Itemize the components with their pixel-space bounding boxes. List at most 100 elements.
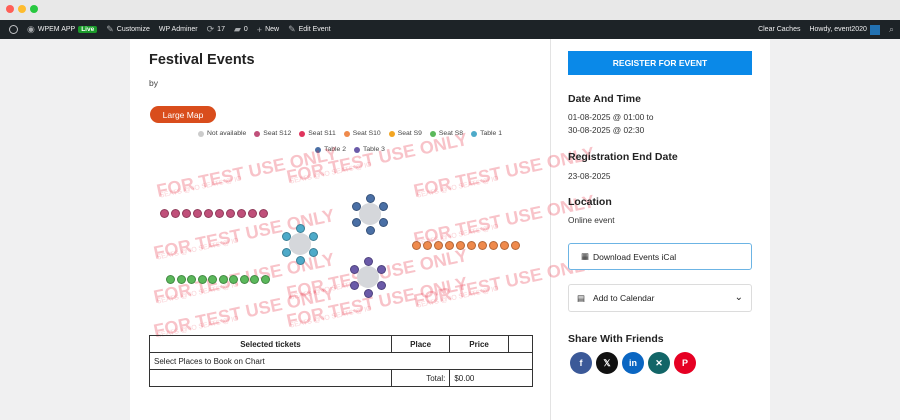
seat-s12[interactable] xyxy=(193,209,202,218)
seat-s12[interactable] xyxy=(204,209,213,218)
seat-s10[interactable] xyxy=(500,241,509,250)
new-label: New xyxy=(265,26,280,33)
legend-swatch xyxy=(299,131,306,137)
legend-label: Not available xyxy=(207,130,247,137)
download-ical-button[interactable]: ▦ Download Events iCal xyxy=(568,243,752,270)
updates-link[interactable]: ⟳ 17 xyxy=(207,24,225,35)
seat-s10[interactable] xyxy=(445,241,454,250)
seat-s8[interactable] xyxy=(176,275,186,284)
table-2-seat[interactable] xyxy=(365,225,375,235)
legend-item: Not available xyxy=(198,127,246,141)
table-2-seat[interactable] xyxy=(351,201,361,211)
table-2-seat[interactable] xyxy=(351,217,361,227)
updates-count: 17 xyxy=(217,26,225,33)
site-name-link[interactable]: ◉ WPEM APP Live xyxy=(27,24,98,35)
total-spacer xyxy=(149,369,392,387)
seat-s12[interactable] xyxy=(160,209,169,218)
seat-s8[interactable] xyxy=(229,275,238,284)
comments-link[interactable]: ▰ 0 xyxy=(234,24,248,35)
table-1-seat[interactable] xyxy=(309,247,319,257)
seat-s8[interactable] xyxy=(218,275,228,284)
table-2-seat[interactable] xyxy=(379,217,389,227)
seat-s8[interactable] xyxy=(208,275,217,284)
calendar-plus-icon: ▤ xyxy=(577,292,586,303)
table-3-seat[interactable] xyxy=(377,280,387,290)
table-1-seat[interactable] xyxy=(281,231,291,241)
wp-admin-bar: ◉ WPEM APP Live ✎ Customize WP Adminer ⟳ 17 … xyxy=(0,20,900,39)
facebook-icon[interactable]: f xyxy=(570,352,592,374)
seat-s10[interactable] xyxy=(423,241,432,250)
close-window-dot[interactable] xyxy=(6,5,14,13)
seat-s12[interactable] xyxy=(237,209,246,218)
search-icon: ⌕ xyxy=(888,24,894,34)
place-header: Place xyxy=(390,335,451,353)
seat-s12[interactable] xyxy=(226,209,235,218)
avatar xyxy=(869,24,880,35)
new-link[interactable]: + New xyxy=(257,25,279,35)
edit-event-link[interactable]: ✎ Edit Event xyxy=(288,24,330,35)
table-1-seat[interactable] xyxy=(309,231,319,241)
seat-s12[interactable] xyxy=(171,209,180,218)
search-link[interactable]: ⌕ xyxy=(889,24,894,35)
wp-adminer-link[interactable]: WP Adminer xyxy=(159,26,198,33)
table-3-seat[interactable] xyxy=(349,264,359,274)
wordpress-logo[interactable] xyxy=(9,25,18,34)
seating-chart[interactable]: FOR TEST USE ONLY SEATS @ IO SEATS @ IO FO… xyxy=(150,129,596,341)
x-icon[interactable]: 𝕏 xyxy=(596,352,618,374)
table-2-seat[interactable] xyxy=(365,193,375,203)
customize-link[interactable]: ✎ Customize xyxy=(106,24,150,35)
account-menu[interactable]: Howdy, event2020 xyxy=(809,24,880,35)
table-1-seat[interactable] xyxy=(295,255,305,265)
legend-label: Seat S10 xyxy=(352,130,381,137)
seat-s10[interactable] xyxy=(456,241,465,250)
select-places-row: Select Places to Book on Chart xyxy=(149,352,533,370)
location-heading: Location xyxy=(568,196,612,208)
seat-s8[interactable] xyxy=(187,275,196,284)
seat-s10[interactable] xyxy=(434,241,443,250)
chevron-down-icon: ⌄ xyxy=(734,292,743,303)
seat-s8[interactable] xyxy=(197,275,207,284)
seat-s12[interactable] xyxy=(248,209,257,218)
seat-s10[interactable] xyxy=(478,241,487,250)
seat-s10[interactable] xyxy=(467,241,476,250)
seat-s8[interactable] xyxy=(250,275,259,284)
total-value: $0.00 xyxy=(449,369,533,387)
table-3-seat[interactable] xyxy=(363,288,373,298)
seat-s12[interactable] xyxy=(215,209,224,218)
seat-s8[interactable] xyxy=(166,275,175,284)
legend-item: Table 1 xyxy=(471,127,502,141)
large-map-button[interactable]: Large Map xyxy=(150,106,216,123)
table-3 xyxy=(357,266,379,288)
linkedin-icon[interactable]: in xyxy=(622,352,644,374)
date-line-1: 01-08-2025 @ 01:00 to xyxy=(568,112,654,122)
legend-swatch xyxy=(343,131,350,137)
clear-caches-link[interactable]: Clear Caches xyxy=(758,26,800,33)
legend-swatch xyxy=(198,131,204,137)
table-3-seat[interactable] xyxy=(349,280,359,290)
site-name: WPEM APP xyxy=(37,26,76,33)
seat-s12[interactable] xyxy=(182,209,191,218)
pinterest-icon[interactable]: P xyxy=(674,352,696,374)
seat-s10[interactable] xyxy=(412,241,421,250)
add-to-calendar-dropdown[interactable]: ▤ Add to Calendar ⌄ xyxy=(568,284,752,312)
xing-icon[interactable]: ✕ xyxy=(648,352,670,374)
seat-s10[interactable] xyxy=(489,241,498,250)
legend-label: Seat S12 xyxy=(263,130,292,137)
legend-item: Seat S10 xyxy=(343,127,381,141)
table-3-seat[interactable] xyxy=(363,256,373,266)
download-ical-label: Download Events iCal xyxy=(593,251,677,262)
table-2-seat[interactable] xyxy=(379,201,389,211)
pencil-icon: ✎ xyxy=(288,24,296,34)
table-1-seat[interactable] xyxy=(281,247,291,257)
table-3-seat[interactable] xyxy=(377,264,387,274)
register-button[interactable]: REGISTER FOR EVENT xyxy=(568,51,752,75)
seat-s12[interactable] xyxy=(259,209,268,218)
table-1-seat[interactable] xyxy=(295,223,305,233)
minimize-window-dot[interactable] xyxy=(18,5,26,13)
brush-icon: ✎ xyxy=(106,24,114,34)
maximize-window-dot[interactable] xyxy=(30,5,38,13)
seat-s8[interactable] xyxy=(239,275,249,284)
legend-label: Table 1 xyxy=(480,130,502,137)
seat-s8[interactable] xyxy=(260,275,270,284)
seat-s10[interactable] xyxy=(511,241,520,250)
